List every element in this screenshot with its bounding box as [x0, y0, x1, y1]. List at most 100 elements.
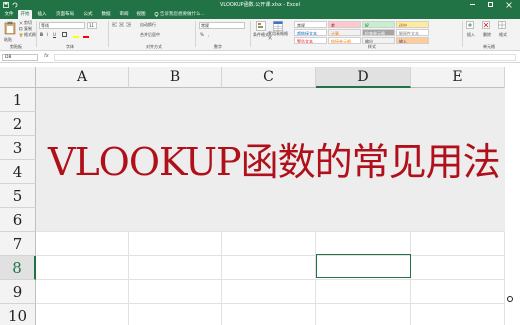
- grid-line: [36, 255, 504, 256]
- font-group-label: 字体: [66, 44, 74, 49]
- fill-color-icon[interactable]: [73, 36, 79, 38]
- fx-icon[interactable]: fx: [44, 53, 49, 59]
- copy-label[interactable]: 复制: [24, 26, 32, 31]
- format-as-table-icon[interactable]: [273, 21, 283, 31]
- tab-view[interactable]: 视图: [134, 10, 148, 19]
- column-header-b[interactable]: B: [129, 67, 222, 88]
- style-swatch[interactable]: 检查单元格: [362, 29, 395, 36]
- mouse-cursor: [507, 296, 513, 302]
- style-swatch[interactable]: 差: [328, 21, 361, 28]
- style-swatch[interactable]: 输出: [362, 37, 395, 44]
- paste-label[interactable]: 粘贴: [4, 37, 12, 42]
- title-banner: VLOOKUP函数的常见用法: [36, 88, 505, 231]
- align-right-icon[interactable]: [126, 22, 131, 27]
- window-title: VLOOKUP函数.公开课.xlsx - Excel: [219, 2, 301, 8]
- divider: [108, 21, 109, 47]
- selected-cell[interactable]: [316, 254, 411, 278]
- tab-page-layout[interactable]: 页面布局: [52, 10, 78, 19]
- column-header-a[interactable]: A: [36, 67, 129, 88]
- row-header-3[interactable]: 3: [0, 136, 36, 160]
- style-swatch[interactable]: 链接单元格: [328, 37, 361, 44]
- ribbon-home: 粘贴 剪切 复制 格式刷 剪贴板 等线 11 B I U 字体 自动换行 合并后…: [0, 19, 520, 51]
- delete-cells-label[interactable]: 删除: [483, 32, 491, 37]
- merge-center-button[interactable]: 合并后居中: [140, 32, 160, 37]
- row-header-8[interactable]: 8: [0, 256, 36, 280]
- style-swatch[interactable]: 输入: [396, 37, 429, 44]
- style-swatch[interactable]: 超链接文本: [294, 29, 327, 36]
- divider: [250, 21, 251, 47]
- format-painter-icon[interactable]: [19, 33, 23, 37]
- formula-bar: D8 fx: [0, 52, 520, 63]
- copy-icon[interactable]: [19, 27, 23, 31]
- grid-line: [36, 231, 504, 232]
- tab-review[interactable]: 审阅: [117, 10, 131, 19]
- row-header-2[interactable]: 2: [0, 112, 36, 136]
- number-format-select[interactable]: 常规: [199, 22, 245, 29]
- divider: [195, 21, 196, 47]
- italic-button[interactable]: I: [47, 32, 48, 37]
- select-all-corner[interactable]: [0, 67, 36, 88]
- title-bar: VLOOKUP函数.公开课.xlsx - Excel: [0, 0, 520, 10]
- insert-cells-icon[interactable]: [466, 21, 474, 29]
- format-painter-label[interactable]: 格式刷: [24, 32, 36, 37]
- tab-data[interactable]: 数据: [99, 10, 113, 19]
- row-header-6[interactable]: 6: [0, 208, 36, 232]
- align-center-icon[interactable]: [119, 22, 124, 27]
- close-icon[interactable]: [506, 2, 512, 8]
- number-group-label: 数字: [214, 44, 222, 49]
- maximize-icon[interactable]: [488, 2, 493, 7]
- row-header-1[interactable]: 1: [0, 88, 36, 112]
- name-box[interactable]: D8: [2, 54, 38, 61]
- cut-label[interactable]: 剪切: [24, 20, 32, 25]
- style-swatch[interactable]: 计算: [328, 29, 361, 36]
- column-header-c[interactable]: C: [222, 67, 316, 88]
- style-swatch[interactable]: 适中: [396, 21, 429, 28]
- divider: [36, 21, 37, 47]
- banner-title: VLOOKUP函数的常见用法: [48, 140, 501, 184]
- style-swatch[interactable]: 警告文本: [294, 37, 327, 44]
- style-swatch[interactable]: 常规: [294, 21, 327, 28]
- tab-insert[interactable]: 插入: [35, 10, 49, 19]
- alignment-group-label: 对齐方式: [146, 44, 162, 49]
- borders-icon[interactable]: [62, 32, 67, 37]
- row-header-5[interactable]: 5: [0, 184, 36, 208]
- font-size-select[interactable]: 11: [87, 22, 97, 29]
- column-header-d[interactable]: D: [316, 67, 411, 88]
- underline-button[interactable]: U: [53, 32, 56, 37]
- minimize-icon[interactable]: [470, 4, 475, 5]
- format-as-table-label[interactable]: 套用表格格式: [268, 32, 290, 40]
- row-header-4[interactable]: 4: [0, 160, 36, 184]
- formula-input[interactable]: [54, 54, 516, 61]
- divider: [462, 21, 463, 47]
- tab-home[interactable]: 开始: [18, 10, 32, 19]
- format-cells-label[interactable]: 格式: [499, 32, 507, 37]
- styles-group-label: 样式: [368, 44, 376, 49]
- worksheet-grid[interactable]: ABCDE 1 2 3 4 5 6 7 8 9 10 VLOOKUP函数的常见用法: [0, 63, 520, 325]
- delete-cells-icon[interactable]: [482, 21, 490, 29]
- align-left-icon[interactable]: [112, 22, 117, 27]
- tell-me-box[interactable]: 告诉我您想要做什么...: [160, 10, 220, 19]
- tab-file[interactable]: 文件: [2, 10, 16, 19]
- row-header-9[interactable]: 9: [0, 280, 36, 304]
- conditional-format-icon[interactable]: [256, 21, 266, 31]
- font-color-icon[interactable]: [83, 36, 89, 38]
- font-name-select[interactable]: 等线: [39, 22, 85, 29]
- column-header-e[interactable]: E: [411, 67, 505, 88]
- conditional-format-label[interactable]: 条件格式: [253, 32, 269, 37]
- insert-cells-label[interactable]: 插入: [467, 32, 475, 37]
- row-header-7[interactable]: 7: [0, 232, 36, 256]
- clipboard-group-label: 剪贴板: [10, 44, 22, 49]
- style-swatch[interactable]: 解释性文本: [396, 29, 429, 36]
- wrap-text-button[interactable]: 自动换行: [140, 22, 156, 27]
- percent-button[interactable]: %: [200, 32, 204, 37]
- format-cells-icon[interactable]: [498, 21, 506, 29]
- comma-button[interactable]: ,: [208, 32, 209, 37]
- paste-icon[interactable]: [4, 21, 16, 35]
- grid-line: [36, 303, 504, 304]
- style-swatch[interactable]: 好: [362, 21, 395, 28]
- bold-button[interactable]: B: [40, 32, 43, 37]
- row-header-10[interactable]: 10: [0, 304, 36, 325]
- lightbulb-icon: [154, 12, 159, 17]
- tab-formulas[interactable]: 公式: [81, 10, 95, 19]
- cut-icon[interactable]: [19, 21, 23, 25]
